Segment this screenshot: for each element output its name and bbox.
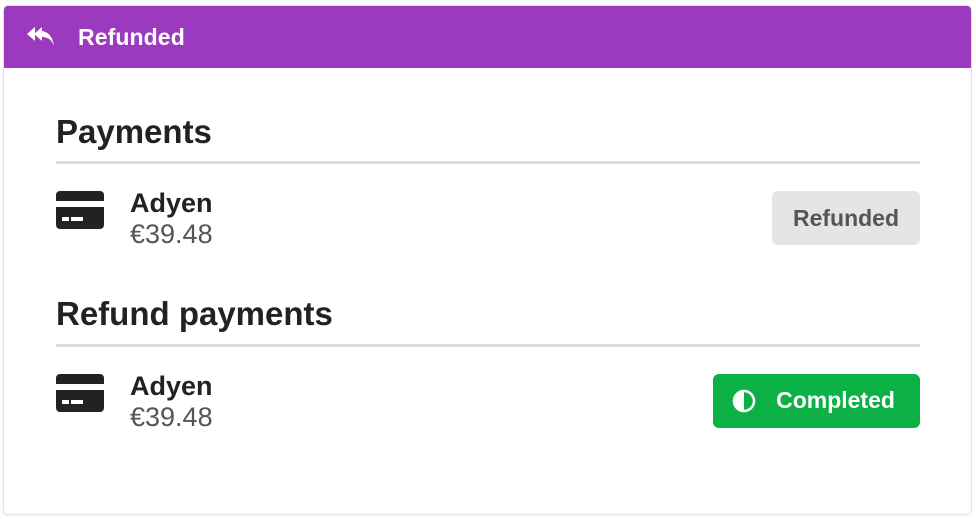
reply-all-icon xyxy=(26,22,56,52)
payment-info: Adyen €39.48 xyxy=(130,371,213,433)
credit-card-icon xyxy=(56,373,104,413)
payment-amount: €39.48 xyxy=(130,219,213,250)
status-title: Refunded xyxy=(78,23,185,50)
order-status-card: Refunded Payments Adyen €39.48 Refunded xyxy=(4,6,971,514)
payment-info: Adyen €39.48 xyxy=(130,188,213,250)
payment-amount: €39.48 xyxy=(130,401,213,432)
card-body: Payments Adyen €39.48 Refunded Refund pa… xyxy=(4,68,971,439)
payment-method: Adyen xyxy=(130,370,213,401)
status-badge-completed: Completed xyxy=(713,373,920,428)
credit-card-icon xyxy=(56,190,104,230)
status-badge-label: Completed xyxy=(776,387,895,414)
status-header: Refunded xyxy=(4,6,971,68)
status-badge-refunded: Refunded xyxy=(772,191,920,246)
status-badge-label: Refunded xyxy=(792,204,900,231)
half-circle-icon xyxy=(732,389,756,413)
section-title-payments: Payments xyxy=(56,68,920,165)
payment-row: Adyen €39.48 Refunded xyxy=(56,164,920,256)
refund-payment-row: Adyen €39.48 Completed xyxy=(56,347,920,439)
section-title-refund-payments: Refund payments xyxy=(56,256,920,347)
payment-method: Adyen xyxy=(130,188,213,219)
